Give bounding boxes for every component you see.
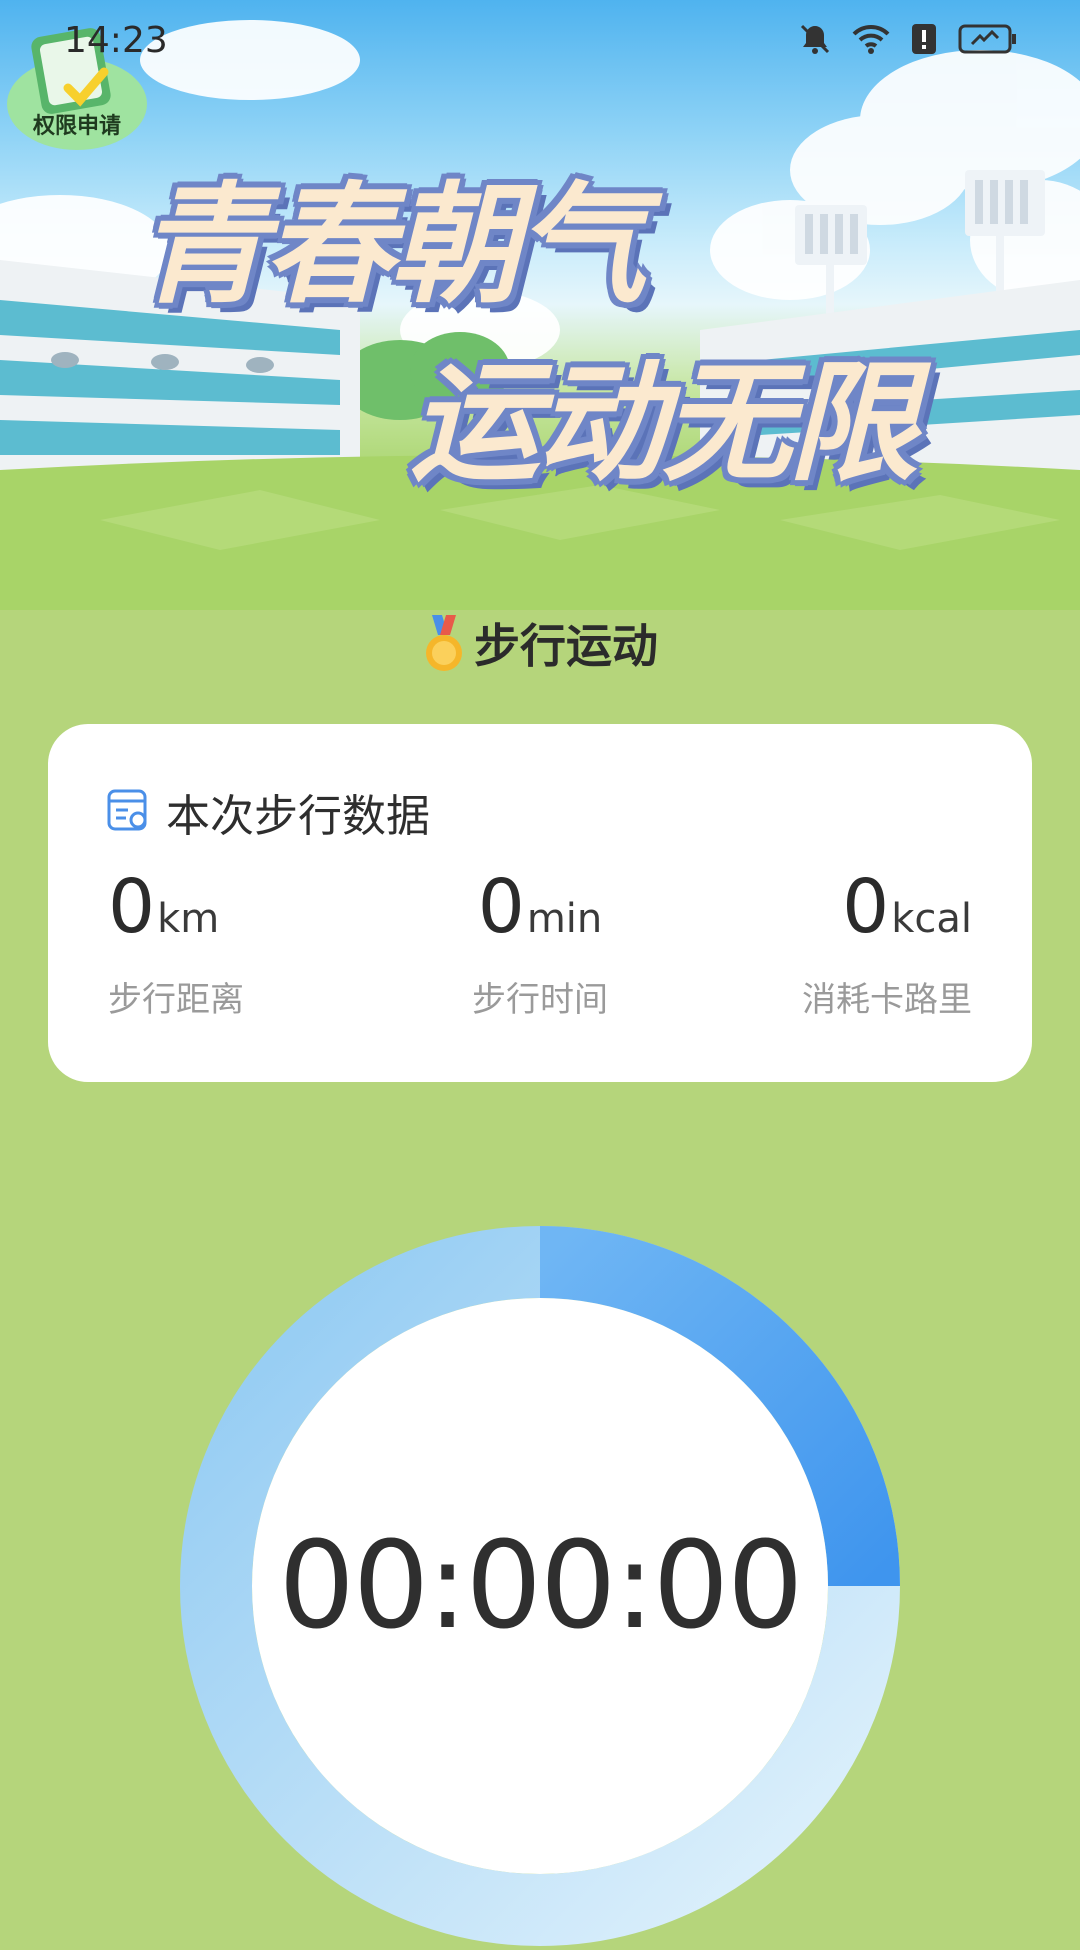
status-icons xyxy=(798,22,1018,60)
hero-slogan-line2: 运动无限 xyxy=(410,347,918,499)
time-label: 步行时间 xyxy=(472,980,608,1020)
hero-banner: 14:23 权限申请 青春朝气 运动无限 xyxy=(0,0,1080,610)
status-time: 14:23 xyxy=(64,20,168,61)
data-report-icon xyxy=(106,788,150,836)
medal-icon xyxy=(422,615,466,684)
battery-charging-icon xyxy=(958,22,1018,60)
stat-calories: 0kcal 消耗卡路里 xyxy=(802,864,972,1021)
permission-request-label: 权限申请 xyxy=(32,114,121,139)
calories-label: 消耗卡路里 xyxy=(802,980,972,1020)
card-title: 本次步行数据 xyxy=(166,791,430,842)
calories-unit: kcal xyxy=(891,896,972,942)
mute-bell-icon xyxy=(798,22,832,60)
time-unit: min xyxy=(526,896,603,942)
alert-battery-icon xyxy=(910,22,938,60)
timer-display: 00:00:00 xyxy=(278,1516,804,1656)
card-header: 本次步行数据 xyxy=(106,780,430,844)
hero-slogan-line1: 青春朝气 xyxy=(138,169,646,321)
walk-stats-card: 本次步行数据 0km 步行距离 0min 步行时间 0kcal 消耗卡路里 xyxy=(48,724,1032,1082)
section-title: 步行运动 xyxy=(0,610,1080,684)
timer-ring[interactable]: 00:00:00 xyxy=(180,1226,900,1946)
calories-value: 0 xyxy=(842,864,890,950)
wifi-icon xyxy=(852,22,890,60)
time-value: 0 xyxy=(477,864,525,950)
section-title-text: 步行运动 xyxy=(474,619,658,673)
